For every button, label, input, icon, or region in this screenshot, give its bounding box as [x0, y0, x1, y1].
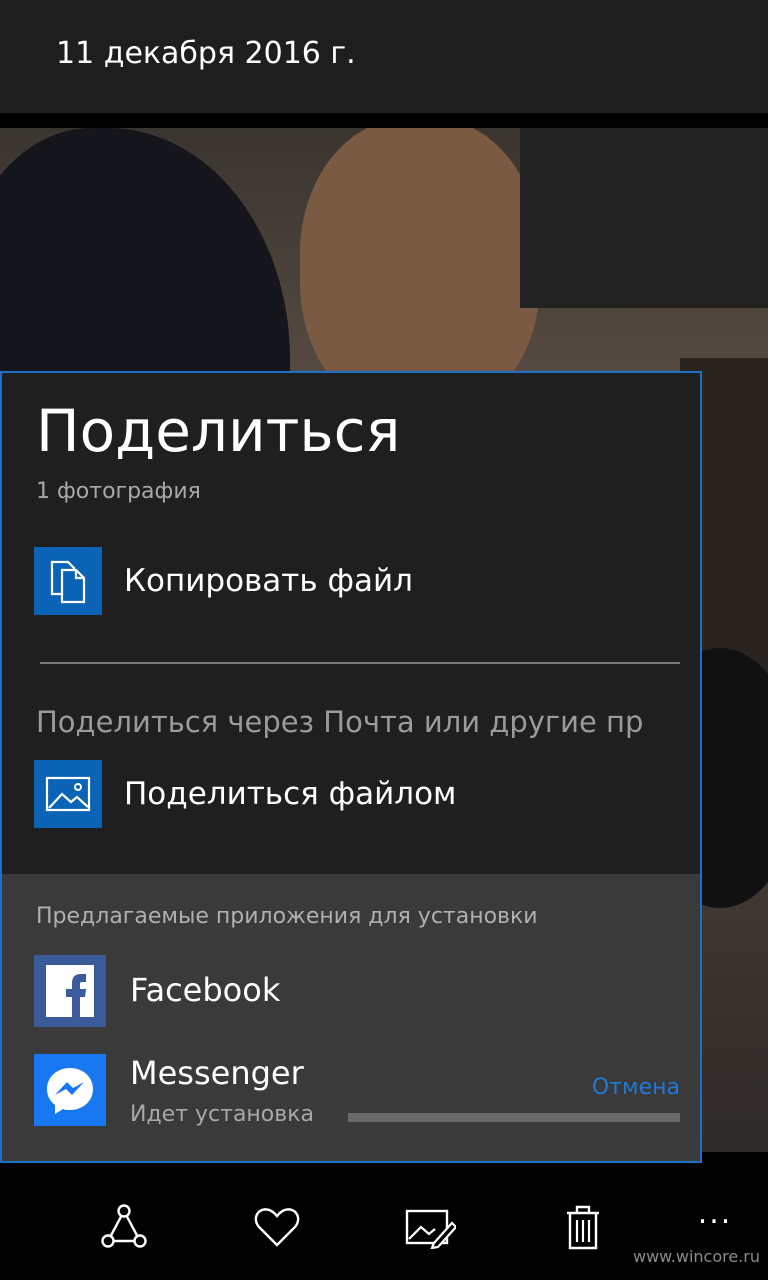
app-name: Facebook: [130, 971, 281, 1009]
facebook-icon: [34, 955, 106, 1027]
app-item-facebook[interactable]: Facebook: [34, 955, 684, 1027]
share-title: Поделиться: [36, 397, 401, 465]
divider: [40, 662, 680, 664]
suggested-apps-section: Предлагаемые приложения для установки Fa…: [2, 874, 700, 1161]
favorite-icon: [254, 1208, 300, 1247]
install-progress-bar: [348, 1113, 680, 1122]
app-name: Messenger: [130, 1054, 304, 1092]
suggested-apps-title: Предлагаемые приложения для установки: [36, 904, 538, 929]
more-button[interactable]: ...: [690, 1196, 740, 1236]
watermark: www.wincore.ru: [632, 1247, 760, 1266]
share-button[interactable]: [97, 1200, 151, 1254]
photo-date: 11 декабря 2016 г.: [56, 36, 356, 71]
share-icon: [101, 1204, 147, 1248]
photo-region: [520, 128, 768, 308]
edit-image-icon: [405, 1209, 456, 1249]
copy-file-label: Копировать файл: [124, 563, 413, 599]
messenger-icon: [34, 1054, 106, 1126]
copy-file-button[interactable]: Копировать файл: [34, 547, 674, 615]
delete-button[interactable]: [556, 1200, 610, 1254]
cancel-install-button[interactable]: Отмена: [592, 1075, 680, 1100]
install-status: Идет установка: [130, 1102, 315, 1127]
favorite-button[interactable]: [250, 1200, 304, 1254]
share-panel: Поделиться 1 фотография Копировать файл …: [0, 371, 702, 1163]
share-file-label: Поделиться файлом: [124, 776, 457, 812]
app-item-messenger[interactable]: Messenger Идет установка Отмена: [34, 1054, 684, 1127]
share-subtitle: 1 фотография: [36, 479, 201, 504]
image-icon: [34, 760, 102, 828]
copy-file-icon: [34, 547, 102, 615]
edit-button[interactable]: [403, 1200, 457, 1254]
share-via-text: Поделиться через Почта или другие пр: [36, 705, 644, 739]
title-bar: 11 декабря 2016 г.: [0, 0, 768, 113]
share-file-button[interactable]: Поделиться файлом: [34, 760, 674, 828]
delete-icon: [567, 1205, 599, 1250]
